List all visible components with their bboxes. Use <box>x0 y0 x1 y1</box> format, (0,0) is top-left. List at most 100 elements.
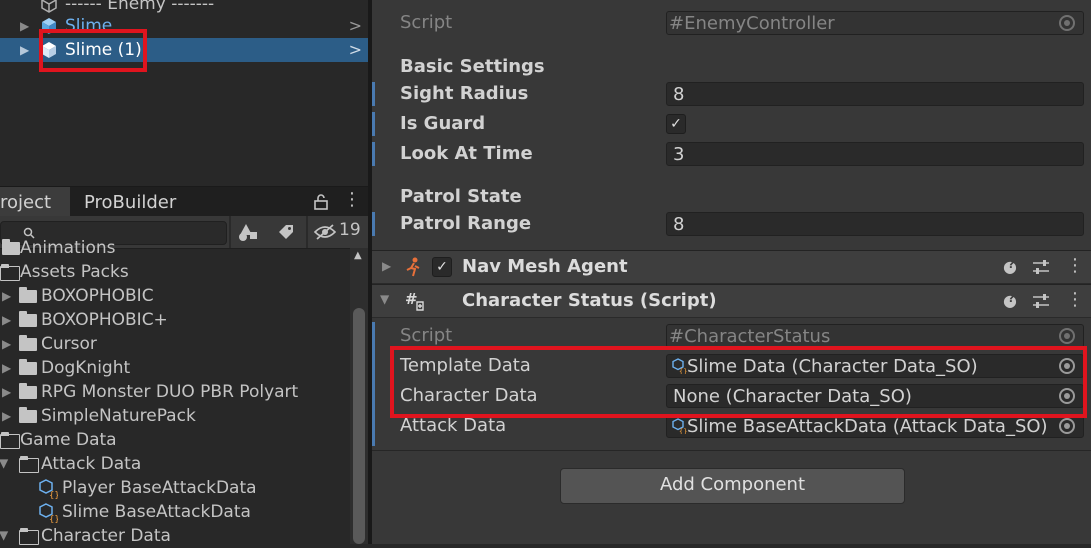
list-item[interactable]: ▶ BOXOPHOBIC+ <box>0 308 350 332</box>
list-item[interactable]: Game Data <box>0 428 350 452</box>
folder-open-icon <box>19 528 39 545</box>
patrol-range-field[interactable]: 8 <box>666 212 1084 236</box>
tab-project[interactable]: roject <box>0 187 70 217</box>
list-item[interactable]: ▶ Character Data <box>0 524 350 548</box>
override-marker <box>372 322 375 446</box>
folder-icon <box>19 311 37 327</box>
csharp-script-icon: # <box>405 290 424 311</box>
collapse-arrow-icon[interactable]: ▶ <box>0 459 17 468</box>
svg-text:{}: {} <box>49 515 58 523</box>
more-menu-icon[interactable]: ⋮ <box>343 189 361 210</box>
list-item-label: Attack Data <box>41 454 142 474</box>
svg-text:{}: {} <box>49 491 58 499</box>
chevron-right-icon[interactable]: > <box>349 14 362 38</box>
inspector-panel: Script #EnemyController Basic Settings S… <box>372 0 1091 544</box>
expand-arrow-icon[interactable]: ▶ <box>2 380 11 404</box>
sight-radius-field[interactable]: 8 <box>666 82 1084 106</box>
folder-open-icon <box>19 456 39 473</box>
list-item-label: DogKnight <box>41 358 131 378</box>
expand-arrow-icon[interactable]: ▶ <box>20 14 29 38</box>
folder-icon <box>19 359 37 375</box>
override-marker <box>372 142 375 166</box>
project-panel: roject ProBuilder ⋮ 19 Animations Assets… <box>0 186 368 546</box>
list-item[interactable]: ▶ DogKnight <box>0 356 350 380</box>
list-item-label: Player BaseAttackData <box>62 478 257 498</box>
highlight-box-inspector <box>390 346 1087 418</box>
script-field[interactable]: #EnemyController <box>666 11 1084 35</box>
expand-arrow-icon[interactable]: ▶ <box>382 259 391 273</box>
expand-arrow-icon[interactable]: ▶ <box>2 308 11 332</box>
folder-icon <box>19 407 37 423</box>
collapse-arrow-icon[interactable]: ▶ <box>0 531 17 540</box>
list-item[interactable]: {} Player BaseAttackData <box>0 476 350 500</box>
list-item[interactable]: ▶ Attack Data <box>0 452 350 476</box>
component-header-character-status[interactable]: ▶ # Character Status (Script) ● ? ⋮ <box>372 284 1091 318</box>
section-header-patrol-state: Patrol State <box>400 186 522 207</box>
nav-mesh-agent-enabled-checkbox[interactable]: ✓ <box>432 257 452 277</box>
folder-icon <box>19 287 37 303</box>
folder-icon <box>19 335 37 351</box>
list-item-label: SimpleNaturePack <box>41 406 196 426</box>
script-icon: # <box>669 13 685 34</box>
override-marker <box>372 212 375 236</box>
project-scrollbar[interactable]: ▲ <box>350 248 368 544</box>
attack-data-label: Attack Data <box>400 415 507 436</box>
tab-probuilder[interactable]: ProBuilder <box>84 187 176 217</box>
folder-open-icon <box>0 264 20 281</box>
list-item-label: Slime BaseAttackData <box>62 502 251 522</box>
nav-mesh-agent-icon <box>406 257 420 277</box>
lock-icon[interactable] <box>314 194 328 210</box>
folder-icon <box>2 239 20 255</box>
is-guard-checkbox[interactable]: ✓ <box>666 114 686 134</box>
scriptable-object-icon: {} <box>39 503 58 523</box>
object-picker-icon[interactable] <box>1059 15 1075 31</box>
scrollbar-thumb[interactable] <box>353 308 365 544</box>
list-item-label: Character Data <box>41 526 171 546</box>
add-component-button[interactable]: Add Component <box>560 468 905 504</box>
list-item-label: BOXOPHOBIC <box>41 286 154 306</box>
list-item[interactable]: Assets Packs <box>0 260 350 284</box>
list-item[interactable]: ▶ Cursor <box>0 332 350 356</box>
list-item[interactable]: ▶ SimpleNaturePack <box>0 404 350 428</box>
scroll-up-icon[interactable]: ▲ <box>354 250 362 261</box>
tab-label: roject <box>0 192 52 213</box>
divider <box>372 450 1091 451</box>
expand-arrow-icon[interactable]: ▶ <box>2 332 11 356</box>
list-item[interactable]: ▶ RPG Monster DUO PBR Polyart <box>0 380 350 404</box>
list-item[interactable]: {} Slime BaseAttackData <box>0 500 350 524</box>
list-item-label: Assets Packs <box>20 262 129 282</box>
chevron-right-icon[interactable]: > <box>349 38 362 62</box>
more-menu-icon[interactable]: ⋮ <box>1066 255 1084 276</box>
look-at-time-value: 3 <box>673 144 685 165</box>
component-header-nav-mesh-agent[interactable]: ▶ ✓ Nav Mesh Agent ● ? ⋮ <box>372 250 1091 284</box>
script-field[interactable]: #CharacterStatus <box>666 324 1084 348</box>
presets-icon[interactable] <box>1032 259 1050 275</box>
script-value: CharacterStatus <box>684 326 831 347</box>
sight-radius-label: Sight Radius <box>400 83 529 104</box>
scriptable-object-icon: {} <box>39 479 58 499</box>
look-at-time-field[interactable]: 3 <box>666 142 1084 166</box>
component-title: Nav Mesh Agent <box>462 256 628 277</box>
svg-text:#: # <box>405 290 418 308</box>
expand-arrow-icon[interactable]: ▶ <box>2 284 11 308</box>
list-item-label: RPG Monster DUO PBR Polyart <box>41 382 299 402</box>
is-guard-label: Is Guard <box>400 113 486 134</box>
patrol-range-value: 8 <box>673 214 685 235</box>
list-item[interactable]: ▶ BOXOPHOBIC <box>0 284 350 308</box>
list-item-label: BOXOPHOBIC+ <box>41 310 168 330</box>
more-menu-icon[interactable]: ⋮ <box>1066 289 1084 310</box>
expand-arrow-icon[interactable]: ▶ <box>2 356 11 380</box>
object-picker-icon[interactable] <box>1059 328 1075 344</box>
sight-radius-value: 8 <box>673 84 685 105</box>
collapse-arrow-icon[interactable]: ▶ <box>379 295 393 304</box>
section-header-basic-settings: Basic Settings <box>400 56 545 77</box>
folder-icon <box>19 383 37 399</box>
list-item[interactable]: Animations <box>0 236 350 260</box>
object-picker-icon[interactable] <box>1059 418 1075 434</box>
expand-arrow-icon[interactable]: ▶ <box>20 38 29 62</box>
presets-icon[interactable] <box>1032 293 1050 309</box>
expand-arrow-icon[interactable]: ▶ <box>2 404 11 428</box>
tab-label: ProBuilder <box>84 192 177 213</box>
help-glyph: ? <box>1008 258 1015 271</box>
script-label: Script <box>400 12 453 33</box>
